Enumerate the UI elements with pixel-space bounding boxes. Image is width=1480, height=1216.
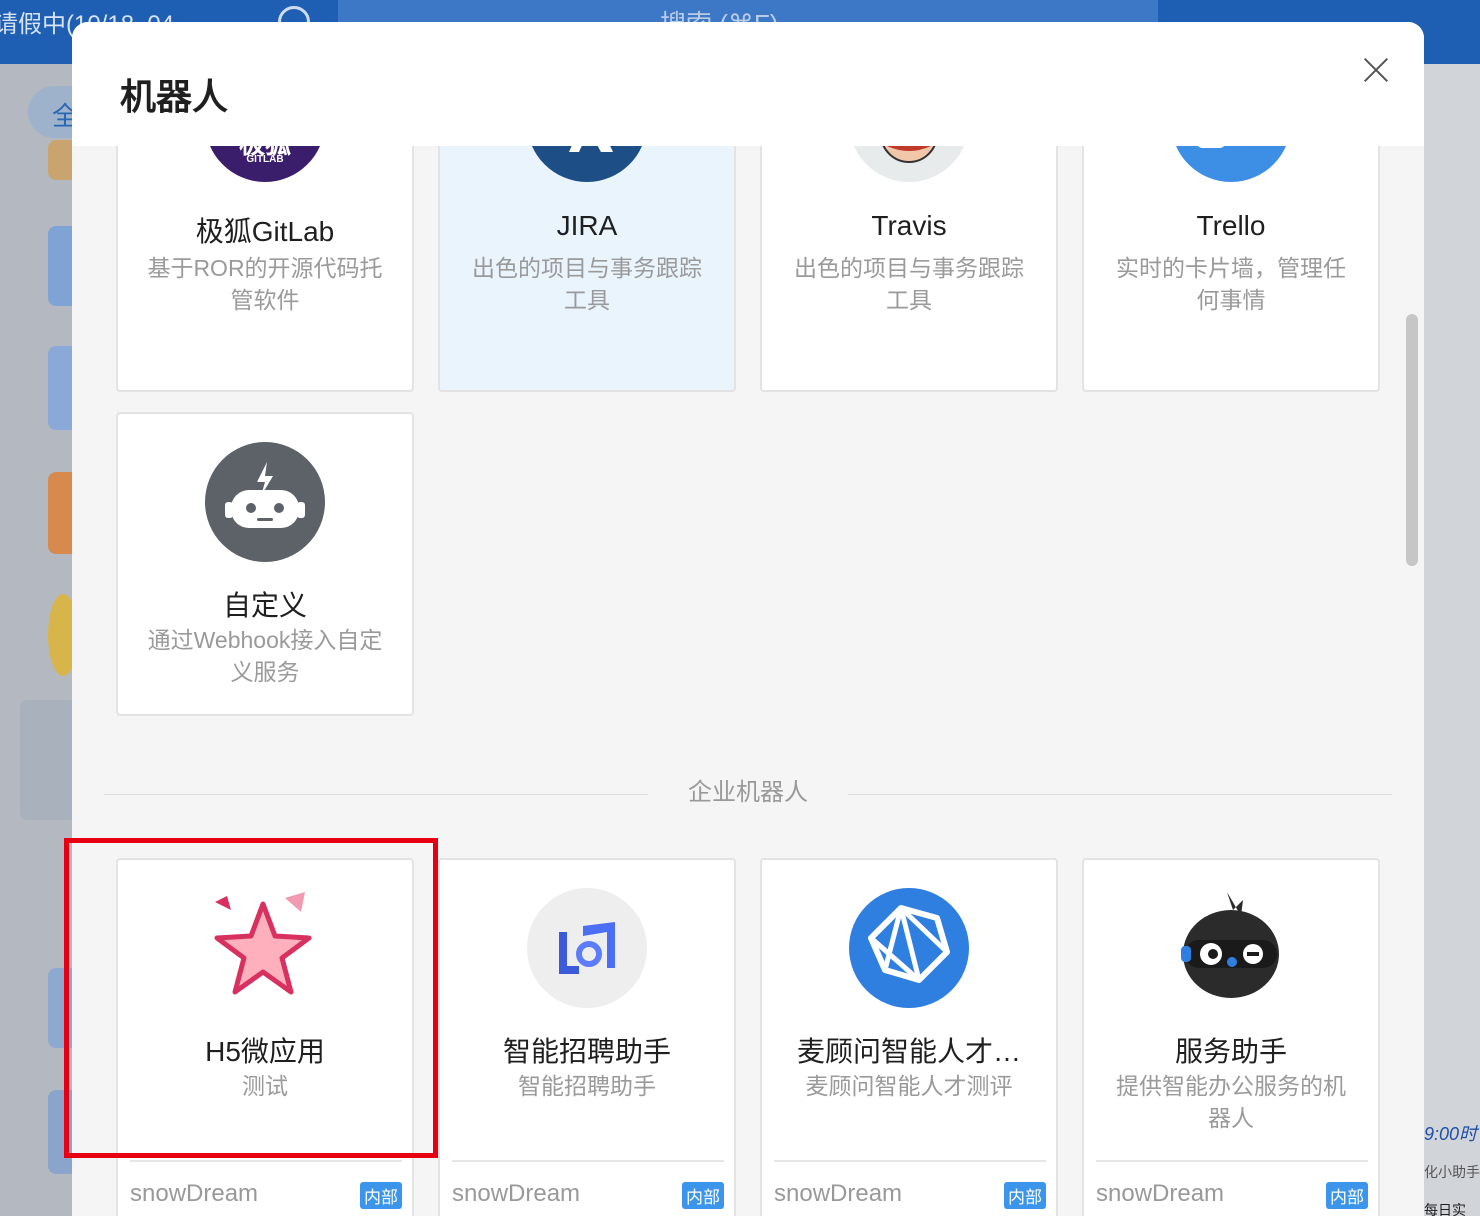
bot-author: snowDream (130, 1180, 259, 1207)
recruit-icon (527, 888, 647, 1008)
bot-name: 服务助手 (1174, 1036, 1287, 1067)
background-right-text: 每日实 (1424, 1202, 1466, 1216)
bot-author: snowDream (452, 1180, 581, 1207)
trello-icon (1171, 146, 1291, 182)
bot-description: 通过Webhook接入自定义服务 (147, 627, 383, 685)
bot-card-travis[interactable]: Travis 出色的项目与事务跟踪工具 (760, 146, 1058, 392)
enterprise-bot-card-talent[interactable]: 麦顾问智能人才… 麦顾问智能人才测评 snowDream 内部 (760, 858, 1058, 1216)
background-right-panel (1424, 64, 1480, 1216)
bot-description: 基于ROR的开源代码托管软件 (147, 255, 383, 313)
bot-name: H5微应用 (205, 1036, 325, 1067)
bot-card-gitlab[interactable]: 极狐 GITLAB 极狐GitLab 基于ROR的开源代码托管软件 (116, 146, 414, 392)
background-right-text: 9:00时 (1424, 1124, 1478, 1144)
robot-icon (205, 442, 325, 562)
modal-header: 机器人 (72, 22, 1424, 146)
internal-badge: 内部 (682, 1182, 724, 1209)
enterprise-bot-card-service[interactable]: 服务助手 提供智能办公服务的机器人 snowDream 内部 (1082, 858, 1380, 1216)
section-title: 企业机器人 (688, 779, 808, 806)
bot-author: snowDream (774, 1180, 903, 1207)
bot-card-jira[interactable]: JIRA 出色的项目与事务跟踪工具 (438, 146, 736, 392)
internal-badge: 内部 (360, 1182, 402, 1209)
enterprise-bot-card-recruit[interactable]: 智能招聘助手 智能招聘助手 snowDream 内部 (438, 858, 736, 1216)
card-divider (452, 1160, 724, 1162)
modal-title: 机器人 (120, 76, 229, 117)
bot-description: 出色的项目与事务跟踪工具 (472, 255, 702, 313)
bot-description: 测试 (242, 1073, 288, 1099)
bot-name: Travis (871, 210, 947, 241)
gitlab-fox-icon: 极狐 GITLAB (205, 146, 325, 182)
bot-name: 自定义 (222, 590, 307, 621)
modal-content: 极狐 GITLAB 极狐GitLab 基于ROR的开源代码托管软件 JIRA 出… (72, 146, 1424, 1216)
close-icon[interactable] (1356, 50, 1396, 90)
bot-name: Trello (1196, 210, 1266, 241)
bot-card-trello[interactable]: Trello 实时的卡片墙，管理任何事情 (1082, 146, 1380, 392)
bot-description: 智能招聘助手 (518, 1073, 656, 1099)
bot-description: 麦顾问智能人才测评 (805, 1073, 1013, 1099)
bot-card-custom[interactable]: 自定义 通过Webhook接入自定义服务 (116, 412, 414, 716)
section-divider-enterprise: 企业机器人 (104, 772, 1392, 816)
robot-modal: 机器人 极狐 GITLAB 极狐GitLab 基于ROR的开源代码托管软件 (72, 22, 1424, 1216)
bot-name: 麦顾问智能人才… (796, 1036, 1021, 1067)
card-divider (130, 1160, 402, 1162)
gitlab-logo-subtext: GITLAB (246, 154, 284, 165)
internal-badge: 内部 (1004, 1182, 1046, 1209)
jira-icon (527, 146, 647, 182)
background-avatar (20, 700, 76, 820)
bot-author: snowDream (1096, 1180, 1225, 1207)
card-divider (774, 1160, 1046, 1162)
card-divider (1096, 1160, 1368, 1162)
scrollbar[interactable] (1406, 314, 1418, 566)
bot-description: 提供智能办公服务的机器人 (1116, 1073, 1346, 1131)
bot-description: 实时的卡片墙，管理任何事情 (1116, 255, 1346, 313)
background-right-text: 化小助手 (1424, 1164, 1480, 1180)
bot-name: 极狐GitLab (195, 216, 335, 247)
polygon-icon (849, 888, 969, 1008)
bot-description: 出色的项目与事务跟踪工具 (794, 255, 1024, 313)
divider-line (848, 794, 1392, 795)
enterprise-bot-card-h5[interactable]: H5微应用 测试 snowDream 内部 (116, 858, 414, 1216)
travis-mascot-icon (849, 146, 969, 182)
bot-name: JIRA (556, 210, 618, 241)
service-mascot-icon (1171, 888, 1291, 1008)
divider-line (104, 794, 648, 795)
star-icon (205, 888, 325, 1008)
internal-badge: 内部 (1326, 1182, 1368, 1209)
bot-name: 智能招聘助手 (502, 1036, 671, 1067)
